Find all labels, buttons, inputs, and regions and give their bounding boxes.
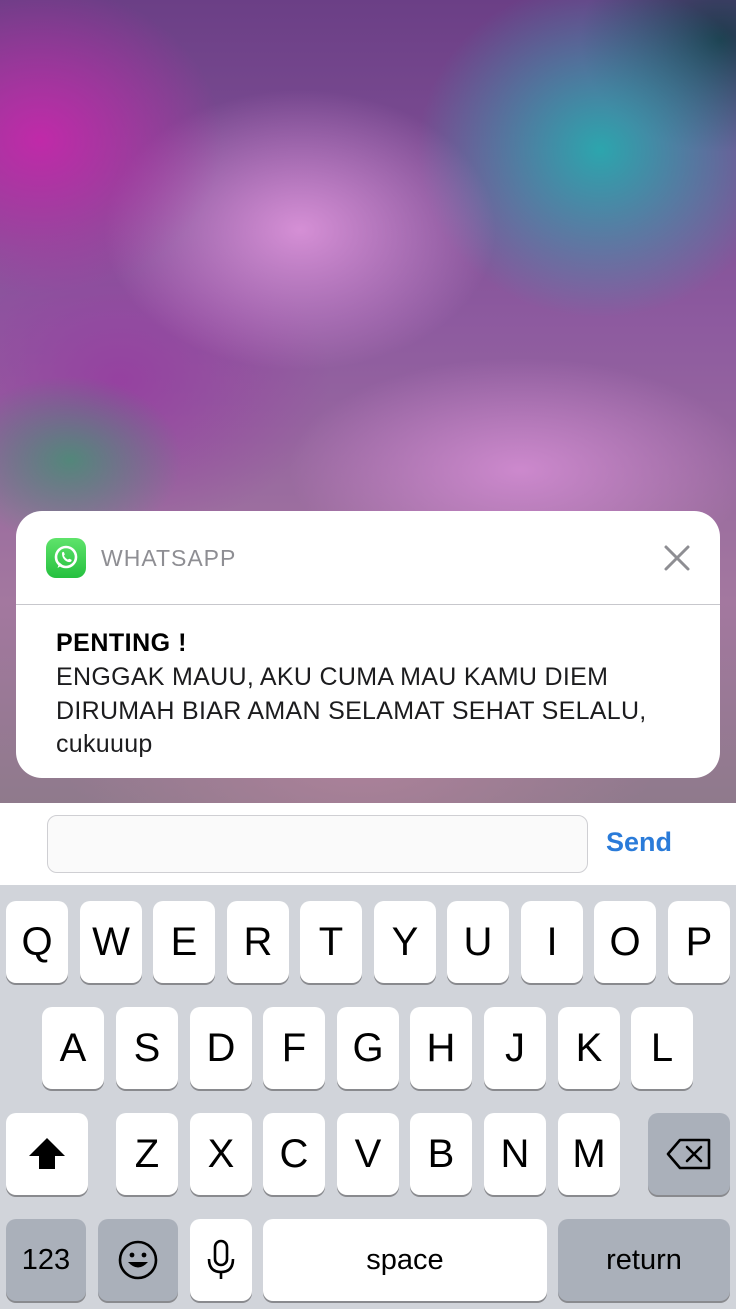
shift-key[interactable] — [6, 1113, 88, 1195]
key-label: S — [133, 1025, 161, 1070]
key-a[interactable]: A — [42, 1007, 104, 1089]
key-f[interactable]: F — [263, 1007, 325, 1089]
numbers-key[interactable]: 123 — [6, 1219, 86, 1301]
notification-message: ENGGAK MAUU, AKU CUMA MAU KAMU DIEM DIRU… — [56, 663, 647, 758]
key-g[interactable]: G — [337, 1007, 399, 1089]
emoji-icon — [118, 1240, 158, 1280]
key-z[interactable]: Z — [116, 1113, 178, 1195]
key-label: M — [572, 1131, 606, 1176]
key-label: E — [170, 919, 198, 964]
key-v[interactable]: V — [337, 1113, 399, 1195]
key-label: P — [685, 919, 713, 964]
backspace-icon — [666, 1138, 711, 1170]
notification-title: PENTING ! — [56, 629, 187, 657]
key-label: N — [500, 1131, 530, 1176]
key-b[interactable]: B — [410, 1113, 472, 1195]
key-n[interactable]: N — [484, 1113, 546, 1195]
key-y[interactable]: Y — [374, 901, 436, 983]
key-e[interactable]: E — [153, 901, 215, 983]
key-label: L — [650, 1025, 674, 1070]
key-label: O — [609, 919, 641, 964]
key-label: X — [207, 1131, 235, 1176]
key-u[interactable]: U — [447, 901, 509, 983]
space-key-label: space — [366, 1243, 444, 1276]
close-icon — [664, 545, 690, 571]
key-label: F — [281, 1025, 307, 1070]
key-label: H — [426, 1025, 456, 1070]
return-key[interactable]: return — [558, 1219, 730, 1301]
shift-arrow-icon — [29, 1138, 65, 1169]
whatsapp-icon — [46, 538, 86, 578]
key-label: Q — [21, 919, 53, 964]
key-label: J — [505, 1025, 525, 1070]
emoji-key[interactable] — [98, 1219, 178, 1301]
app-name: WHATSAPP — [101, 545, 237, 571]
key-w[interactable]: W — [80, 901, 142, 983]
key-x[interactable]: X — [190, 1113, 252, 1195]
key-p[interactable]: P — [668, 901, 730, 983]
key-d[interactable]: D — [190, 1007, 252, 1089]
key-j[interactable]: J — [484, 1007, 546, 1089]
notification-header: WHATSAPP — [16, 511, 720, 605]
delete-key[interactable] — [648, 1113, 730, 1195]
key-label: Z — [134, 1131, 160, 1176]
close-button[interactable] — [656, 537, 698, 579]
reply-input[interactable] — [47, 815, 588, 873]
key-label: C — [279, 1131, 309, 1176]
reply-bar: Send — [0, 803, 736, 885]
key-label: T — [318, 919, 344, 964]
key-s[interactable]: S — [116, 1007, 178, 1089]
notification-card[interactable]: WHATSAPP PENTING ! ENGGAK MAUU, AKU CUMA… — [16, 511, 720, 778]
key-label: G — [352, 1025, 384, 1070]
key-i[interactable]: I — [521, 901, 583, 983]
key-r[interactable]: R — [227, 901, 289, 983]
key-label: U — [463, 919, 493, 964]
key-label: A — [59, 1025, 87, 1070]
microphone-icon — [207, 1239, 235, 1279]
key-label: Y — [391, 919, 419, 964]
key-k[interactable]: K — [558, 1007, 620, 1089]
keyboard: Q W E R T Y U I O P A S D F G H J K L Z … — [0, 885, 736, 1309]
return-key-label: return — [606, 1243, 682, 1276]
key-t[interactable]: T — [300, 901, 362, 983]
key-q[interactable]: Q — [6, 901, 68, 983]
key-l[interactable]: L — [631, 1007, 693, 1089]
key-label: D — [206, 1025, 236, 1070]
key-c[interactable]: C — [263, 1113, 325, 1195]
key-o[interactable]: O — [594, 901, 656, 983]
space-key[interactable]: space — [263, 1219, 547, 1301]
send-button[interactable]: Send — [606, 827, 672, 858]
numbers-key-label: 123 — [21, 1243, 71, 1276]
key-label: I — [546, 919, 558, 964]
dictation-key[interactable] — [190, 1219, 252, 1301]
key-h[interactable]: H — [410, 1007, 472, 1089]
key-label: B — [427, 1131, 455, 1176]
key-label: V — [354, 1131, 382, 1176]
key-label: W — [92, 919, 130, 964]
key-m[interactable]: M — [558, 1113, 620, 1195]
key-label: K — [575, 1025, 603, 1070]
key-label: R — [243, 919, 273, 964]
